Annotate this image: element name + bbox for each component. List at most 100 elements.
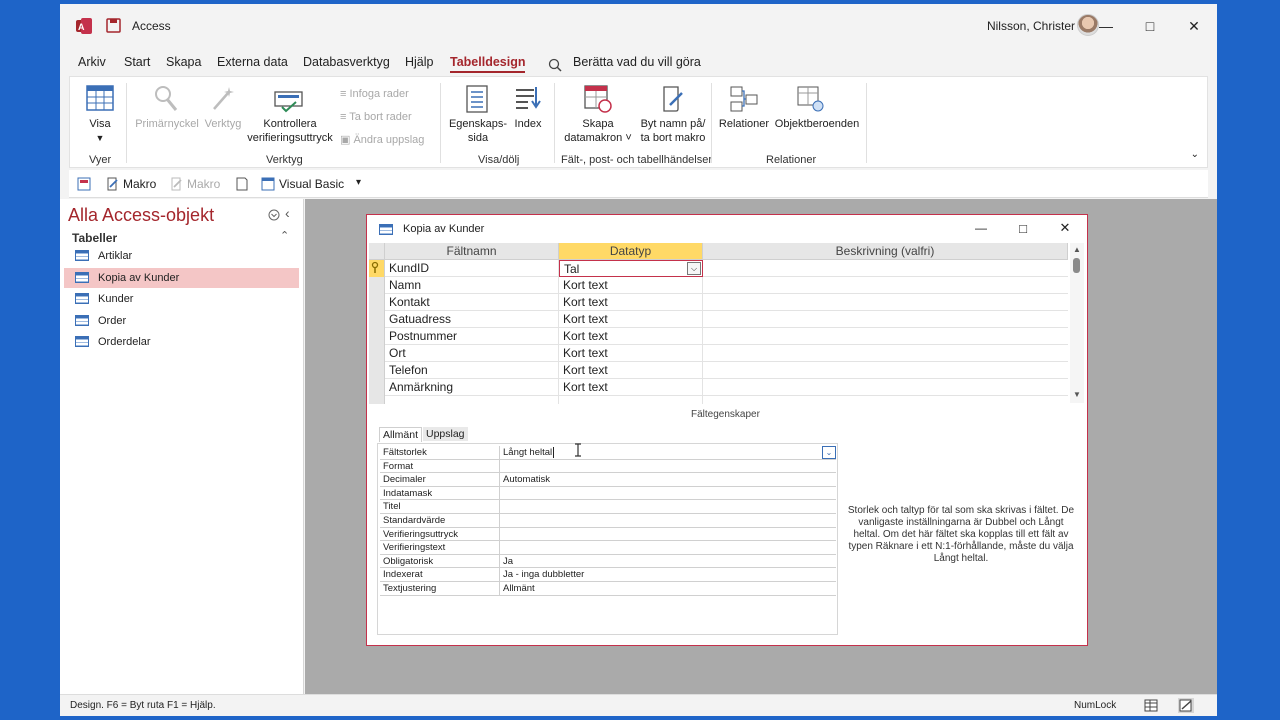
description-cell[interactable] (703, 379, 1068, 396)
relationships-button[interactable]: Relationer (716, 117, 772, 131)
field-name-cell[interactable]: Kontakt (385, 294, 559, 311)
property-row[interactable]: Obligatorisk Ja (380, 554, 836, 569)
menu-skapa[interactable]: Skapa (166, 55, 201, 69)
tab-uppslag[interactable]: Uppslag (423, 427, 468, 441)
row-selector[interactable] (369, 294, 385, 311)
object-dependencies-button[interactable]: Objektberoenden (774, 117, 860, 131)
table-row[interactable]: Ort Kort text (369, 345, 1068, 362)
column-header-beskrivning[interactable]: Beskrivning (valfri) (703, 243, 1068, 260)
close-button[interactable]: ✕ (1171, 12, 1217, 40)
macro-button[interactable]: Makro (123, 177, 156, 191)
visual-basic-button[interactable]: Visual Basic (279, 177, 344, 191)
datasheet-view-icon[interactable] (1144, 699, 1158, 712)
property-row[interactable]: Fältstorlek Långt heltal ⌄ (380, 446, 836, 460)
field-name-cell[interactable]: Telefon (385, 362, 559, 379)
rename-delete-macro-icon[interactable] (658, 85, 686, 113)
customize-toolbar-icon[interactable]: ▾ (356, 177, 361, 188)
field-name-cell[interactable]: Postnummer (385, 328, 559, 345)
nav-collapse-icon[interactable]: ‹ (285, 205, 290, 221)
data-type-cell[interactable]: Kort text (559, 311, 703, 328)
property-row[interactable]: Format (380, 459, 836, 474)
collapse-ribbon-icon[interactable]: ⌄ (1191, 149, 1199, 160)
doc-maximize-button[interactable]: □ (1003, 215, 1043, 241)
description-cell[interactable] (703, 345, 1068, 362)
menu-databasverktyg[interactable]: Databasverktyg (303, 55, 390, 69)
data-type-cell[interactable]: Kort text (559, 294, 703, 311)
table-row[interactable]: Telefon Kort text (369, 362, 1068, 379)
field-name-cell[interactable]: KundID (385, 260, 559, 277)
row-selector[interactable] (369, 396, 385, 404)
insert-rows-button[interactable]: ≡ Infoga rader (340, 87, 409, 101)
property-value[interactable]: Allmänt (502, 582, 836, 595)
modify-lookups-button[interactable]: ▣ Ändra uppslag (340, 133, 424, 147)
nav-menu-chevron-icon[interactable] (268, 209, 280, 221)
menu-tabelldesign[interactable]: Tabelldesign (450, 55, 526, 73)
module-icon[interactable] (235, 177, 249, 191)
description-cell[interactable] (703, 311, 1068, 328)
table-row[interactable]: Kontakt Kort text (369, 294, 1068, 311)
property-row[interactable]: Indatamask (380, 486, 836, 501)
description-cell[interactable] (703, 277, 1068, 294)
property-row[interactable]: Verifieringsuttryck (380, 527, 836, 542)
data-type-cell[interactable]: Kort text (559, 379, 703, 396)
table-row[interactable]: Namn Kort text (369, 277, 1068, 294)
nav-item-artiklar[interactable]: Artiklar (64, 246, 299, 266)
row-selector[interactable] (369, 277, 385, 294)
row-selector[interactable] (369, 311, 385, 328)
design-view-icon[interactable] (1178, 698, 1194, 713)
row-selector-header[interactable] (369, 243, 385, 260)
data-type-cell[interactable] (559, 396, 703, 404)
test-validation-label-2[interactable]: verifieringsuttryck (246, 131, 334, 145)
table-row[interactable]: Anmärkning Kort text (369, 379, 1068, 396)
property-value[interactable] (502, 541, 836, 554)
property-row[interactable]: Standardvärde (380, 514, 836, 528)
delete-rows-button[interactable]: ≡ Ta bort rader (340, 110, 412, 124)
row-selector[interactable] (369, 260, 385, 277)
table-row[interactable] (369, 396, 1068, 404)
field-size-dropdown-icon[interactable]: ⌄ (822, 446, 836, 459)
property-value[interactable] (502, 460, 836, 473)
field-name-cell[interactable]: Gatuadress (385, 311, 559, 328)
tab-allmant[interactable]: Allmänt (379, 427, 423, 442)
column-header-datatyp[interactable]: Datatyp (559, 243, 703, 260)
property-sheet-label-1[interactable]: Egenskaps- (446, 117, 510, 131)
field-name-cell[interactable]: Namn (385, 277, 559, 294)
property-value[interactable]: Ja (502, 555, 836, 568)
rename-delete-macro-label-2[interactable]: ta bort makro (638, 131, 708, 145)
builder-button[interactable]: Verktyg (204, 117, 242, 131)
row-selector[interactable] (369, 328, 385, 345)
create-data-macros-label-1[interactable]: Skapa (564, 117, 632, 131)
create-data-macros-label-2[interactable]: datamakron ˅ (564, 131, 632, 145)
view-dropdown-icon[interactable]: ▼ (84, 131, 116, 145)
nav-section-tabeller[interactable]: Tabeller (72, 231, 117, 245)
create-data-macros-icon[interactable] (584, 85, 612, 113)
scroll-up-icon[interactable]: ▲ (1073, 245, 1081, 254)
user-name[interactable]: Nilsson, Christer (987, 19, 1075, 33)
row-selector[interactable] (369, 379, 385, 396)
macro-group-icon[interactable] (77, 177, 91, 191)
data-type-cell[interactable]: Kort text (559, 328, 703, 345)
description-cell[interactable] (703, 328, 1068, 345)
description-cell[interactable] (703, 294, 1068, 311)
macro-button-disabled[interactable]: Makro (187, 177, 220, 191)
relationships-icon[interactable] (730, 85, 758, 113)
macro-icon[interactable] (105, 177, 119, 191)
tell-me-search[interactable]: Berätta vad du vill göra (573, 55, 701, 69)
property-row[interactable]: Titel (380, 500, 836, 514)
rename-delete-macro-label-1[interactable]: Byt namn på/ (638, 117, 708, 131)
property-sheet-icon[interactable] (466, 85, 488, 113)
doc-minimize-button[interactable]: — (961, 215, 1001, 241)
data-type-cell[interactable]: Kort text (559, 362, 703, 379)
property-sheet-label-2[interactable]: sida (446, 131, 510, 145)
grid-scrollbar[interactable]: ▲ ▼ (1070, 243, 1084, 403)
nav-item-order[interactable]: Order (64, 311, 299, 331)
menu-start[interactable]: Start (124, 55, 150, 69)
property-value[interactable] (502, 500, 836, 513)
field-name-cell[interactable]: Ort (385, 345, 559, 362)
property-row[interactable]: Textjustering Allmänt (380, 582, 836, 596)
doc-close-button[interactable]: ✕ (1045, 215, 1085, 241)
nav-item-kunder[interactable]: Kunder (64, 289, 299, 309)
property-value[interactable] (502, 487, 836, 500)
property-value[interactable]: Ja - inga dubbletter (502, 568, 836, 581)
data-type-cell[interactable]: Tal ⌵ (559, 260, 703, 277)
